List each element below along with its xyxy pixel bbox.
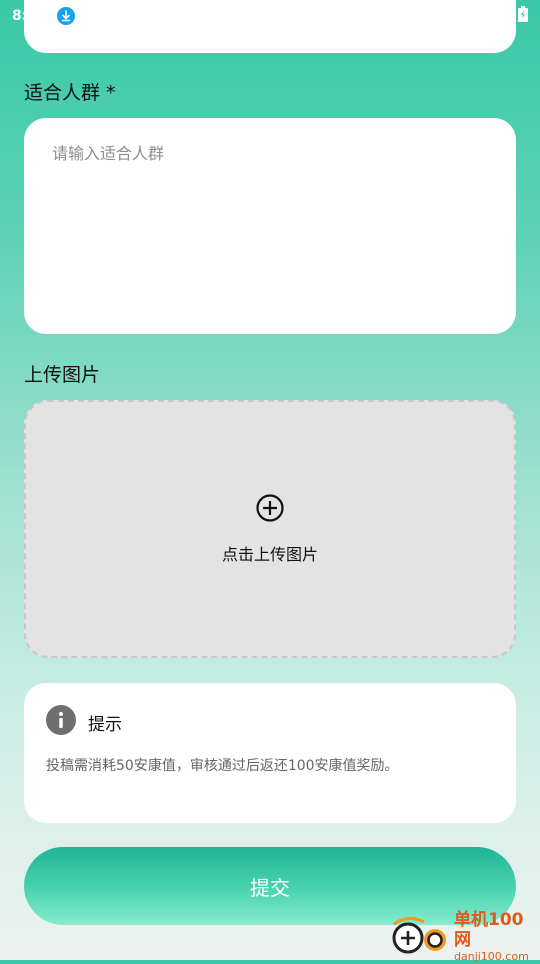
battery-icon xyxy=(518,6,528,26)
wifi-icon xyxy=(472,7,490,26)
tip-header: 提示 xyxy=(46,705,494,739)
tip-body: 投稿需消耗50安康值，审核通过后返还100安康值奖励。 xyxy=(46,758,399,774)
audience-label: 适合人群 * xyxy=(24,82,116,104)
signal-icon xyxy=(496,7,512,26)
status-time: 8:43 xyxy=(12,8,47,24)
watermark-text: 单机100网 danji100.com xyxy=(454,910,540,964)
audience-input[interactable] xyxy=(24,118,516,334)
tip-title: 提示 xyxy=(88,714,122,735)
upload-image-button[interactable]: 点击上传图片 xyxy=(24,400,516,658)
audience-field-card xyxy=(24,118,516,334)
status-left: 8:43 xyxy=(12,7,75,25)
watermark-name: 单机100网 xyxy=(454,910,524,950)
tip-card: 提示 投稿需消耗50安康值，审核通过后返还100安康值奖励。 xyxy=(24,683,516,823)
watermark-logo-icon xyxy=(390,914,452,960)
watermark: 单机100网 danji100.com xyxy=(390,910,540,963)
upload-button-text: 点击上传图片 xyxy=(221,545,318,564)
watermark-url: danji100.com xyxy=(454,950,529,963)
status-bar: 8:43 xyxy=(0,0,540,32)
add-circle-icon xyxy=(255,493,285,527)
status-right xyxy=(472,6,528,26)
upload-label: 上传图片 xyxy=(24,364,101,386)
download-icon xyxy=(56,7,75,25)
info-icon xyxy=(46,705,76,739)
